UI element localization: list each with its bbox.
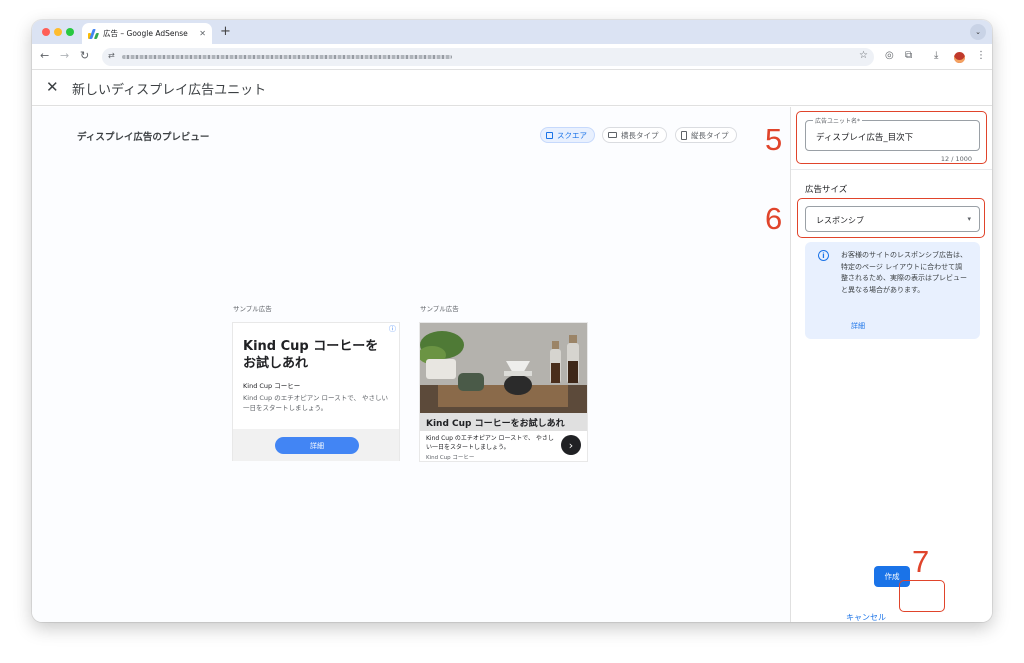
site-info-icon[interactable]: ⇄ <box>108 51 115 60</box>
browser-toolbar: ← → ↻ ⇄ ☆ ◎ ⧉ ⤓ ⋮ <box>32 44 992 70</box>
chip-label: スクエア <box>557 130 587 140</box>
square-shape-icon <box>546 131 553 139</box>
browser-tab-adsense[interactable]: 広告 – Google AdSense ✕ <box>82 23 212 44</box>
page-title: 新しいディスプレイ広告ユニット <box>72 83 267 98</box>
annotation-box-6 <box>797 198 985 238</box>
blurred-url <box>122 55 452 59</box>
download-icon[interactable]: ⤓ <box>934 50 938 62</box>
divider <box>791 169 992 170</box>
chip-vertical[interactable]: 縦長タイプ <box>675 127 737 143</box>
ad-brand: Kind Cup コーヒー <box>426 455 475 461</box>
tab-search-button[interactable]: ⌄ <box>970 24 986 40</box>
sample-ad-image: Kind Cup コーヒーをお試しあれ Kind Cup のエチオピアン ロース… <box>419 322 588 462</box>
learn-more-link[interactable]: 詳細 <box>851 321 865 331</box>
settings-panel: 広告ユニット名* ディスプレイ広告_目次下 12 / 1000 広告サイズ レス… <box>790 107 992 622</box>
preview-title: ディスプレイ広告のプレビュー <box>77 132 210 143</box>
ad-headline: Kind Cup コーヒーを お試しあれ <box>243 339 379 371</box>
annotation-number-7: 7 <box>912 544 930 579</box>
sample-ad-square: ⓘ Kind Cup コーヒーを お試しあれ Kind Cup コーヒー Kin… <box>232 322 400 461</box>
ad-size-title: 広告サイズ <box>805 185 848 195</box>
close-icon[interactable]: ✕ <box>46 78 59 96</box>
ad-body: Kind Cup のエチオピアン ローストで、 やさしい一日をスタートしましょう… <box>426 435 554 451</box>
chip-label: 横長タイプ <box>621 130 659 140</box>
puzzle-extensions-icon[interactable]: ⧉ <box>905 50 912 62</box>
extension-icon[interactable]: ◎ <box>885 50 894 62</box>
forward-icon[interactable]: → <box>60 49 69 63</box>
coffee-photo <box>420 323 587 413</box>
sample-ad-label: サンプル広告 <box>233 305 272 313</box>
chip-label: 縦長タイプ <box>691 130 729 140</box>
ad-brand: Kind Cup コーヒー <box>243 382 301 390</box>
info-text: お客様のサイトのレスポンシブ広告は、特定のページ レイアウトに合わせて調整される… <box>841 251 967 294</box>
annotation-box-5 <box>796 111 987 164</box>
ad-body: Kind Cup のエチオピアン ローストで、 やさしい一日をスタートしましょう… <box>243 394 389 412</box>
chevron-right-icon[interactable]: › <box>561 435 581 455</box>
address-bar[interactable]: ⇄ ☆ <box>102 48 874 66</box>
annotation-box-7 <box>899 580 945 612</box>
info-icon: i <box>818 250 829 261</box>
ad-choices-info-icon[interactable]: ⓘ <box>389 324 396 334</box>
cancel-button[interactable]: キャンセル <box>846 612 886 622</box>
new-tab-button[interactable]: + <box>220 24 231 40</box>
back-icon[interactable]: ← <box>40 49 49 63</box>
landscape-shape-icon <box>608 132 617 138</box>
dialog-header: ✕ 新しいディスプレイ広告ユニット <box>32 70 992 106</box>
responsive-info-box: i お客様のサイトのレスポンシブ広告は、特定のページ レイアウトに合わせて調整さ… <box>805 242 980 339</box>
tab-strip: 広告 – Google AdSense ✕ + ⌄ <box>32 20 992 44</box>
tab-title: 広告 – Google AdSense <box>103 29 188 38</box>
chip-square[interactable]: スクエア <box>540 127 595 143</box>
annotation-number-5: 5 <box>765 122 783 157</box>
sample-ad-label: サンプル広告 <box>420 305 459 313</box>
annotation-number-6: 6 <box>765 201 783 236</box>
preview-panel: ディスプレイ広告のプレビュー スクエア 横長タイプ 縦長タイプ サンプル広告 ⓘ… <box>32 107 790 622</box>
portrait-shape-icon <box>681 130 687 140</box>
chip-horizontal[interactable]: 横長タイプ <box>602 127 667 143</box>
ad-headline: Kind Cup コーヒーをお試しあれ <box>420 413 587 431</box>
browser-menu-icon[interactable]: ⋮ <box>976 50 986 62</box>
maximize-window-button[interactable] <box>66 28 74 36</box>
tab-close-icon[interactable]: ✕ <box>199 29 206 38</box>
minimize-window-button[interactable] <box>54 28 62 36</box>
coffee-scene-image <box>420 323 587 413</box>
ad-cta-button[interactable]: 詳細 <box>275 437 359 454</box>
reload-icon[interactable]: ↻ <box>80 49 89 63</box>
adsense-favicon-icon <box>88 28 100 39</box>
profile-avatar[interactable] <box>954 52 965 63</box>
bookmark-star-icon[interactable]: ☆ <box>859 50 868 61</box>
ad-footer: 詳細 <box>233 429 399 461</box>
close-window-button[interactable] <box>42 28 50 36</box>
